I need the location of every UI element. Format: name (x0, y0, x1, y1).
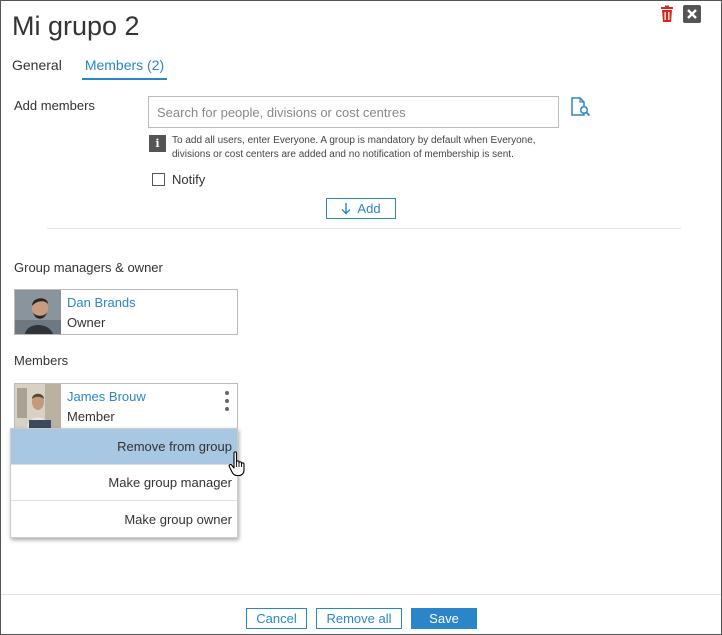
add-button[interactable]: Add (326, 198, 396, 219)
person-role: Owner (67, 315, 106, 330)
document-search-icon[interactable] (570, 97, 592, 117)
notify-checkbox[interactable] (152, 173, 165, 186)
person-role: Member (67, 409, 115, 424)
tab-bar: General Members (2) (12, 57, 168, 80)
managers-heading: Group managers & owner (14, 260, 163, 275)
notify-option[interactable]: Notify (152, 172, 205, 187)
menu-item-remove-from-group[interactable]: Remove from group (11, 429, 237, 465)
add-members-label: Add members (14, 98, 95, 113)
hand-cursor-icon (228, 451, 245, 477)
member-card[interactable]: James Brouw Member (14, 383, 238, 429)
person-info: James Brouw Member (61, 384, 146, 428)
footer-divider (1, 594, 721, 595)
avatar (15, 384, 61, 428)
menu-item-make-group-owner[interactable]: Make group owner (11, 501, 237, 537)
info-text: To add all users, enter Everyone. A grou… (172, 135, 536, 160)
trash-icon[interactable] (658, 5, 676, 23)
dialog-title: Mi grupo 2 (12, 11, 140, 41)
remove-all-button[interactable]: Remove all (316, 608, 402, 629)
manager-card[interactable]: Dan Brands Owner (14, 289, 238, 335)
tab-members[interactable]: Members (2) (81, 57, 168, 80)
add-button-label: Add (357, 201, 381, 216)
down-arrow-icon (341, 202, 351, 214)
menu-item-make-group-manager[interactable]: Make group manager (11, 465, 237, 501)
member-context-menu: Remove from group Make group manager Mak… (10, 428, 238, 538)
divider (47, 228, 681, 229)
person-name-link[interactable]: Dan Brands (67, 293, 136, 313)
close-icon[interactable] (683, 5, 701, 23)
members-heading: Members (14, 353, 69, 368)
person-info: Dan Brands Owner (61, 290, 136, 334)
save-button[interactable]: Save (411, 608, 477, 629)
group-dialog: Mi grupo 2 General Members (2) Add membe… (0, 0, 722, 635)
dialog-actions (658, 5, 701, 23)
member-search-input[interactable] (148, 96, 559, 128)
kebab-menu-icon[interactable] (223, 391, 231, 411)
person-name-link[interactable]: James Brouw (67, 387, 146, 407)
tab-general[interactable]: General (12, 57, 62, 80)
notify-label: Notify (172, 172, 206, 187)
cancel-button[interactable]: Cancel (246, 608, 307, 629)
avatar (15, 290, 61, 334)
info-icon: i (149, 135, 166, 152)
